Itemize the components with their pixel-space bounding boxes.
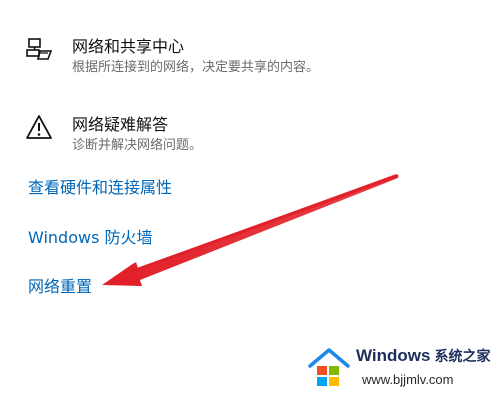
watermark-brand-en: Windows [356, 346, 431, 365]
network-sharing-center-desc: 根据所连接到的网络，决定要共享的内容。 [72, 60, 320, 75]
view-hardware-properties-link[interactable]: 查看硬件和连接属性 [28, 177, 172, 199]
network-troubleshooter-desc: 诊断并解决网络问题。 [72, 138, 203, 153]
network-sharing-center-item[interactable]: 网络和共享中心 根据所连接到的网络，决定要共享的内容。 [26, 36, 319, 78]
windows-firewall-link[interactable]: Windows 防火墙 [28, 227, 153, 249]
network-settings-page: 网络和共享中心 根据所连接到的网络，决定要共享的内容。 网络疑难解答 诊断并解决… [0, 0, 500, 400]
network-sharing-icon [26, 36, 52, 62]
watermark: Windows 系统之家 www.bjjmlv.com [304, 342, 494, 394]
network-reset-link[interactable]: 网络重置 [28, 276, 92, 298]
network-troubleshooter-title: 网络疑难解答 [72, 115, 169, 134]
watermark-url: www.bjjmlv.com [362, 372, 454, 387]
network-troubleshooter-item[interactable]: 网络疑难解答 诊断并解决网络问题。 [26, 114, 202, 156]
windows-house-logo [308, 348, 350, 386]
network-sharing-center-title: 网络和共享中心 [72, 37, 185, 56]
watermark-brand-cn: 系统之家 [434, 349, 491, 365]
watermark-brand: Windows 系统之家 [356, 346, 490, 366]
warning-icon [26, 114, 52, 140]
